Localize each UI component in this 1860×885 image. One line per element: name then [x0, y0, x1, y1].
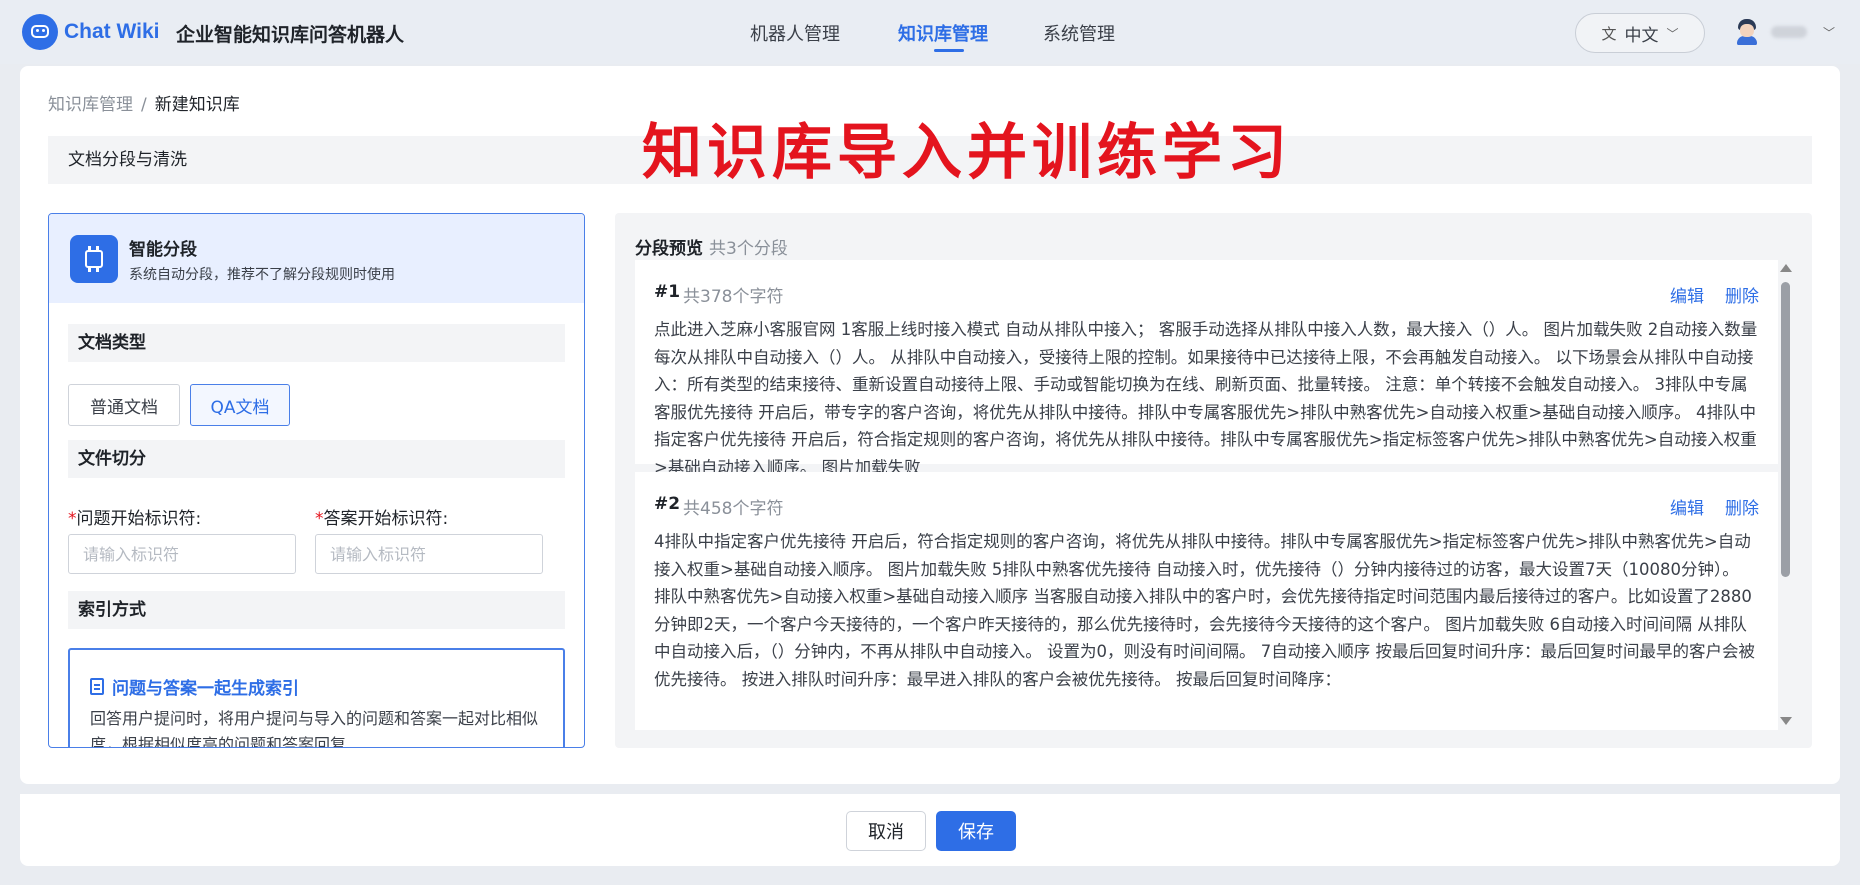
doc-type-qa-button[interactable]: QA文档 — [190, 384, 290, 426]
cancel-button[interactable]: 取消 — [846, 811, 926, 851]
nav-robot-management[interactable]: 机器人管理 — [750, 20, 840, 46]
edit-button[interactable]: 编辑 — [1670, 494, 1704, 519]
segment-char-count: 共378个字符 — [683, 287, 784, 307]
document-icon — [90, 678, 104, 695]
scrollbar[interactable] — [1778, 260, 1792, 730]
chat-bot-icon — [22, 14, 58, 50]
segment-text: 点此进入芝麻小客服官网 1客服上线时接入模式 自动从排队中接入； 客服手动选择从… — [654, 320, 1758, 477]
save-button[interactable]: 保存 — [936, 811, 1016, 851]
segment-count: 共3个分段 — [709, 239, 788, 259]
chip-icon — [70, 235, 118, 283]
scroll-up-arrow-icon[interactable] — [1780, 264, 1792, 272]
scroll-down-arrow-icon[interactable] — [1780, 717, 1792, 725]
segment-char-count: 共458个字符 — [683, 499, 784, 519]
answer-marker-label: *答案开始标识符: — [315, 509, 449, 529]
index-option-title: 问题与答案一起生成索引 — [112, 679, 299, 699]
edit-button[interactable]: 编辑 — [1670, 282, 1704, 307]
doc-type-heading: 文档类型 — [68, 324, 565, 362]
segment-number: #1 — [654, 282, 681, 302]
logo-text: Chat Wiki — [64, 20, 160, 43]
question-marker-input[interactable] — [68, 534, 296, 574]
breadcrumb-separator: / — [141, 95, 147, 115]
smart-segment-title: 智能分段 — [129, 240, 197, 260]
user-menu[interactable]: ﹀ — [1735, 19, 1835, 45]
nav-system-management[interactable]: 系统管理 — [1043, 20, 1115, 46]
nav-knowledge-base[interactable]: 知识库管理 — [898, 20, 988, 46]
language-selector[interactable]: 文 中文 ﹀ — [1575, 13, 1705, 53]
main-content: 知识库管理 / 新建知识库 文档分段与清洗 知识库导入并训练学习 智能分段 系统自动… — [20, 66, 1840, 784]
answer-marker-input[interactable] — [315, 534, 543, 574]
segment-text: 4排队中指定客户优先接待 开启后，符合指定规则的客户咨询，将优先从排队中接待。排… — [654, 532, 1755, 689]
breadcrumb-parent[interactable]: 知识库管理 — [48, 95, 133, 115]
index-option-qa-together[interactable]: 问题与答案一起生成索引 回答用户提问时，将用户提问与导入的问题和答案一起对比相似… — [68, 648, 565, 748]
top-header: Chat Wiki 企业智能知识库问答机器人 机器人管理 知识库管理 系统管理 … — [0, 0, 1860, 64]
breadcrumb: 知识库管理 / 新建知识库 — [48, 90, 240, 115]
translate-icon: 文 — [1601, 24, 1617, 43]
index-option-desc: 回答用户提问时，将用户提问与导入的问题和答案一起对比相似度，根据相似度高的问题和… — [90, 709, 539, 748]
avatar — [1735, 19, 1759, 45]
language-label: 中文 — [1624, 25, 1659, 46]
footer-actions: 取消 保存 — [20, 794, 1840, 866]
nav-active-indicator — [934, 49, 964, 52]
file-split-heading: 文件切分 — [68, 440, 565, 478]
scrollbar-thumb[interactable] — [1781, 282, 1790, 577]
chevron-down-icon: ﹀ — [1823, 25, 1836, 40]
segment-card: #2 共458个字符 编辑 删除 4排队中指定客户优先接待 开启后，符合指定规则… — [635, 472, 1778, 730]
question-marker-label: *问题开始标识符: — [68, 509, 202, 529]
breadcrumb-current: 新建知识库 — [154, 95, 240, 115]
overlay-title: 知识库导入并训练学习 — [642, 118, 1292, 188]
segment-number: #2 — [654, 494, 681, 514]
delete-button[interactable]: 删除 — [1725, 494, 1759, 519]
app-logo[interactable]: Chat Wiki — [22, 14, 159, 50]
preview-header: 分段预览 共3个分段 — [635, 234, 788, 259]
delete-button[interactable]: 删除 — [1725, 282, 1759, 307]
segment-settings-panel: 智能分段 系统自动分段，推荐不了解分段规则时使用 文档类型 普通文档 QA文档 … — [48, 213, 585, 748]
required-mark: * — [315, 509, 324, 529]
segment-card: #1 共378个字符 编辑 删除 点此进入芝麻小客服官网 1客服上线时接入模式 … — [635, 260, 1778, 477]
user-name-blurred — [1771, 26, 1807, 38]
required-mark: * — [68, 509, 77, 529]
smart-segment-option[interactable]: 智能分段 系统自动分段，推荐不了解分段规则时使用 — [49, 214, 584, 303]
index-method-heading: 索引方式 — [68, 591, 565, 629]
app-title: 企业智能知识库问答机器人 — [176, 24, 405, 46]
doc-type-normal-button[interactable]: 普通文档 — [68, 384, 180, 426]
chevron-down-icon: ﹀ — [1666, 26, 1679, 41]
footer-divider — [20, 784, 1840, 794]
segment-list[interactable]: #1 共378个字符 编辑 删除 点此进入芝麻小客服官网 1客服上线时接入模式 … — [635, 260, 1795, 730]
preview-title: 分段预览 — [635, 239, 703, 259]
segment-preview-panel: 分段预览 共3个分段 #1 共378个字符 编辑 删除 点此进入芝麻小客服官网 1… — [615, 213, 1812, 748]
smart-segment-desc: 系统自动分段，推荐不了解分段规则时使用 — [129, 267, 395, 283]
